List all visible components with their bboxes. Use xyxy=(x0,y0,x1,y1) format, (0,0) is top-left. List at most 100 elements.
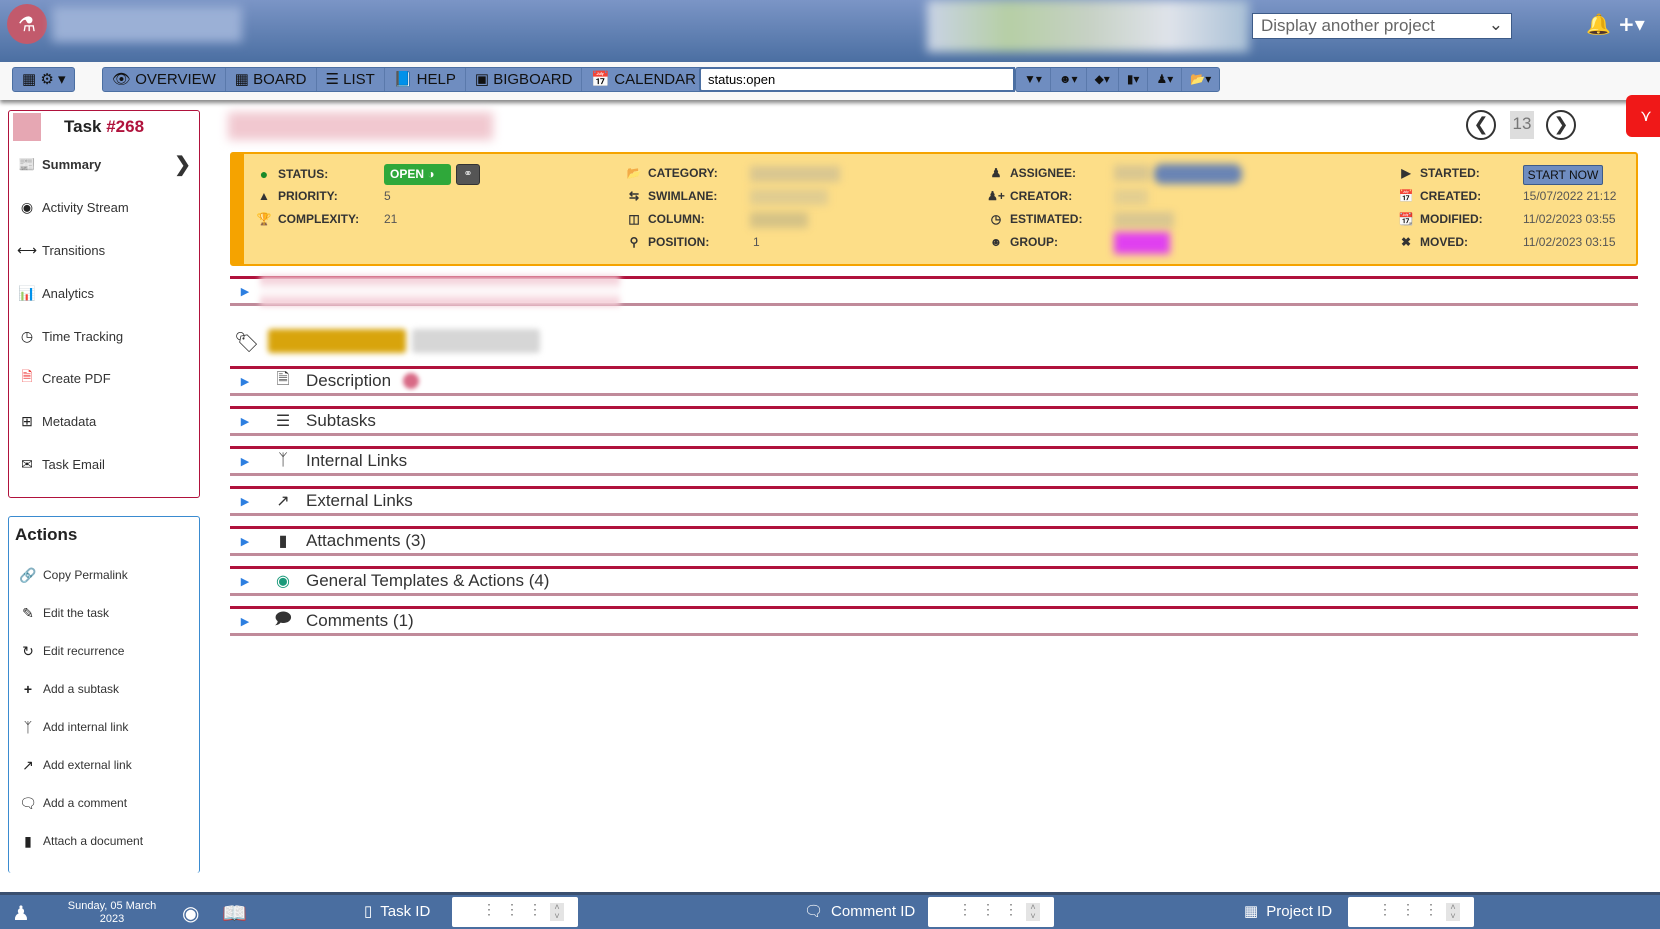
label-text: Comment ID xyxy=(831,902,916,920)
action-add-subtask[interactable]: + Add a subtask xyxy=(17,677,202,701)
spinner-icon[interactable]: ˄ ˅ xyxy=(1026,903,1040,921)
action-attach-document[interactable]: ▮ Attach a document xyxy=(17,829,202,853)
expand-triangle-icon: ▶ xyxy=(240,575,250,588)
section-label: Internal Links xyxy=(306,451,408,470)
project-id-input[interactable]: ⋮⋮⋮ ˄ ˅ xyxy=(1348,897,1474,927)
section-subtasks[interactable]: ▶ ☰ Subtasks xyxy=(230,406,1638,436)
status-value: OPEN xyxy=(390,167,425,181)
started-label: ▶ STARTED: xyxy=(1396,166,1479,180)
app-logo[interactable]: ⚗ xyxy=(7,4,47,44)
sidebar-item-summary[interactable]: 📰 Summary ❯ xyxy=(16,152,201,176)
section-comments[interactable]: ▶ 🗩 Comments (1) xyxy=(230,606,1638,636)
file-icon: ▮ xyxy=(278,533,288,550)
action-copy-permalink[interactable]: 🔗 Copy Permalink xyxy=(17,563,202,587)
view-bigboard[interactable]: ▣ BIGBOARD xyxy=(466,68,583,91)
sidebar-item-label: Time Tracking xyxy=(42,328,124,344)
sidebar-item-label: Activity Stream xyxy=(42,199,129,215)
section-internal-links[interactable]: ▶ ᛉ Internal Links xyxy=(230,446,1638,476)
action-add-internal-link[interactable]: ᛉ Add internal link xyxy=(17,715,202,739)
next-task-button[interactable]: ❯ xyxy=(1546,110,1576,140)
dashboard-icon[interactable]: ◉ xyxy=(182,901,199,926)
section-attachments[interactable]: ▶ ▮ Attachments (3) xyxy=(230,526,1638,556)
user-profile-icon[interactable]: ♟ xyxy=(12,901,30,926)
folder-filter-icon[interactable]: 📂▾ xyxy=(1182,68,1219,91)
plus-icon: + xyxy=(23,681,33,697)
sidebar-item-label: Summary xyxy=(42,156,102,172)
plus-menu-icon[interactable]: +▾ xyxy=(1618,12,1645,36)
action-edit-recurrence[interactable]: ↻ Edit recurrence xyxy=(17,639,202,663)
section-label: General Templates & Actions (4) xyxy=(306,571,550,590)
sidebar-item-create-pdf[interactable]: 🗎 Create PDF xyxy=(16,366,201,390)
view-label: BIGBOARD xyxy=(493,71,573,88)
project-select[interactable]: Display another project ⌄ xyxy=(1252,13,1512,39)
section-label: Description xyxy=(306,371,392,390)
action-label: Edit the task xyxy=(43,606,110,620)
category-label: 📂 CATEGORY: xyxy=(624,166,718,180)
label-text: POSITION: xyxy=(648,235,710,249)
estimated-value-redacted xyxy=(1114,212,1174,228)
section-general-templates[interactable]: ▶ ◉ General Templates & Actions (4) xyxy=(230,566,1638,596)
action-add-comment[interactable]: 🗨 Add a comment xyxy=(17,791,202,815)
tag-filter-icon[interactable]: ◆▾ xyxy=(1087,68,1119,91)
book-open-icon[interactable]: 📖 xyxy=(222,901,247,926)
task-info-box: ● STATUS: OPEN ◑ ⚭ ▲ PRIORITY: 5 🏆 COMPLEXI… xyxy=(230,152,1638,266)
users-filter-icon[interactable]: ☻▾ xyxy=(1051,68,1087,91)
sidebar-item-metadata[interactable]: ⊞ Metadata xyxy=(16,409,201,433)
sidebar-item-task-email[interactable]: ✉ Task Email xyxy=(16,452,201,476)
group-value-redacted xyxy=(1114,232,1170,254)
moved-value: 11/02/2023 03:15 xyxy=(1523,235,1616,249)
comment-id-input[interactable]: ⋮⋮⋮ ˄ ˅ xyxy=(928,897,1054,927)
assignee-value-redacted[interactable] xyxy=(1154,164,1242,184)
chevron-down-icon: ⌄ xyxy=(1488,15,1503,34)
view-board[interactable]: ▦ BOARD xyxy=(226,68,317,91)
spinner-icon[interactable]: ˄ ˅ xyxy=(550,903,564,921)
sidebar-item-transitions[interactable]: ⟷ Transitions xyxy=(16,238,201,262)
tag-redacted[interactable] xyxy=(268,329,406,353)
project-gear-dropdown[interactable]: ▦ ⚙ ▾ xyxy=(13,68,74,91)
comment-icon: 🗨 xyxy=(804,903,824,920)
user-filter-icon[interactable]: ♟▾ xyxy=(1148,68,1183,91)
label-text: COLUMN: xyxy=(648,212,705,226)
actions-panel: Actions 🔗 Copy Permalink ✎ Edit the task ↻… xyxy=(8,516,200,873)
sidebar-item-analytics[interactable]: 📊 Analytics xyxy=(16,281,201,305)
modified-label: 📆 MODIFIED: xyxy=(1396,212,1483,226)
section-description[interactable]: ▶ 🗎 Description xyxy=(230,366,1638,396)
side-panel-toggle[interactable]: ⋎ xyxy=(1626,95,1660,137)
previous-task-button[interactable]: ❮ xyxy=(1466,110,1496,140)
task-id-input[interactable]: ⋮⋮⋮ ˄ ˅ xyxy=(452,897,578,927)
start-now-button[interactable]: START NOW xyxy=(1523,165,1603,185)
created-value: 15/07/2022 21:12 xyxy=(1523,189,1617,203)
project-menu[interactable]: ▦ ⚙ ▾ xyxy=(12,67,76,92)
view-calendar[interactable]: 📅 CALENDAR xyxy=(582,68,705,91)
pdf-icon: 🗎 xyxy=(21,368,33,384)
section-summary[interactable]: ▶ xyxy=(230,276,1638,306)
description-badge xyxy=(403,373,420,389)
status-open-badge[interactable]: OPEN ◑ xyxy=(384,164,451,185)
action-add-external-link[interactable]: ↗ Add external link xyxy=(17,753,202,777)
view-help[interactable]: 📘 HELP xyxy=(385,68,466,91)
label-text: MODIFIED: xyxy=(1420,212,1483,226)
position-label: ⚲ POSITION: xyxy=(624,235,710,249)
team-avatars[interactable] xyxy=(927,0,1249,52)
expand-triangle-icon: ▶ xyxy=(240,285,250,298)
bell-icon[interactable]: 🔔 xyxy=(1586,12,1611,36)
action-edit-task[interactable]: ✎ Edit the task xyxy=(17,601,202,625)
action-label: Attach a document xyxy=(43,834,144,848)
view-label: HELP xyxy=(416,71,456,88)
view-list[interactable]: ☰ LIST xyxy=(317,68,385,91)
sidebar-item-time-tracking[interactable]: ◷ Time Tracking xyxy=(16,324,201,348)
task-position-counter: 13 xyxy=(1510,111,1534,139)
spinner-icon[interactable]: ˄ ˅ xyxy=(1446,903,1460,921)
filter-search-input[interactable]: status:open xyxy=(699,67,1015,92)
bookmark-filter-icon[interactable]: ▮▾ xyxy=(1119,68,1149,91)
task-page-title-redacted xyxy=(228,112,493,140)
comment-id-label: 🗨 Comment ID xyxy=(804,902,916,921)
tag-redacted[interactable] xyxy=(412,329,540,353)
filter-icon[interactable]: ▼▾ xyxy=(1016,68,1051,91)
sidebar-item-activity-stream[interactable]: ◉ Activity Stream xyxy=(16,195,201,219)
section-external-links[interactable]: ▶ ↗ External Links xyxy=(230,486,1638,516)
summary-header-redacted xyxy=(260,276,620,306)
toggle-button[interactable]: ⚭ xyxy=(456,164,480,185)
category-value-redacted xyxy=(750,166,840,182)
view-overview[interactable]: 👁 OVERVIEW xyxy=(103,68,226,91)
